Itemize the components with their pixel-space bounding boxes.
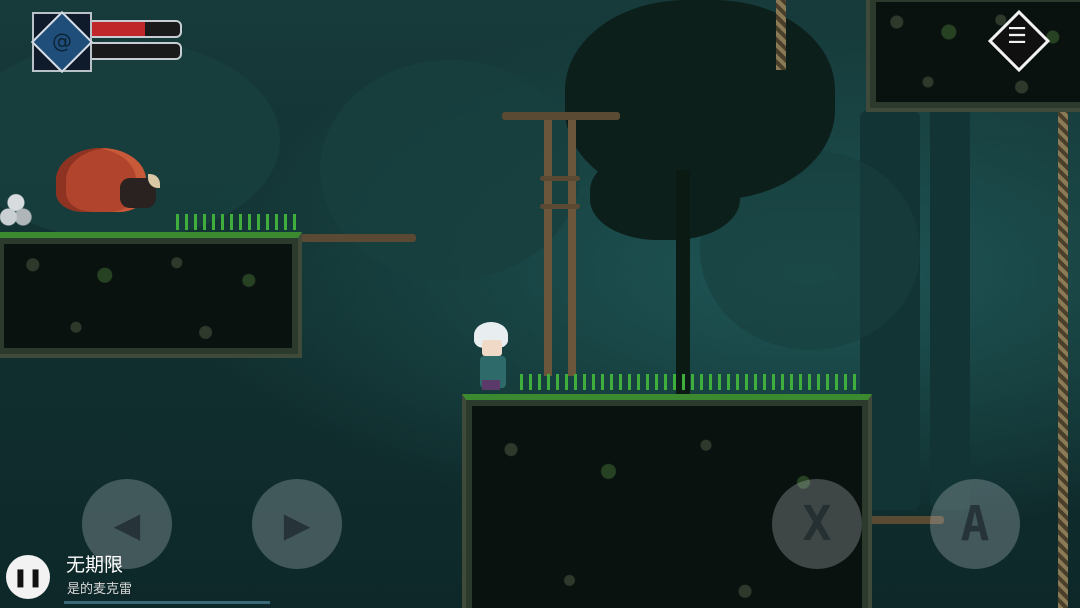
wooden-post <box>568 120 576 376</box>
health-hud: @ <box>28 8 188 74</box>
health-bar-fill <box>88 22 146 36</box>
pause-icon: ❚❚ <box>12 566 44 588</box>
tree-trunk <box>676 170 690 396</box>
arrow-right-icon: ▶ <box>283 498 311 550</box>
arrow-left-icon: ◀ <box>113 498 141 550</box>
x-action-button[interactable]: X <box>772 479 862 569</box>
energy-bar <box>86 42 182 60</box>
player-emblem: @ <box>30 10 94 74</box>
rock-pile <box>0 190 42 226</box>
wooden-platform <box>502 112 620 120</box>
a-button-label: A <box>960 496 990 552</box>
grass-tuft <box>520 374 860 390</box>
left-ground-ledge <box>0 232 302 358</box>
wooden-crossbar <box>540 176 580 181</box>
music-artist: 是的麦克雷 <box>67 582 133 597</box>
grass-tuft <box>176 214 298 230</box>
player-character <box>472 320 512 392</box>
health-bar <box>86 20 182 38</box>
move-right-button[interactable]: ▶ <box>252 479 342 569</box>
upper-right-ledge <box>866 0 1080 112</box>
background-tree <box>930 90 970 510</box>
hamburger-menu-icon: ☰ <box>1007 24 1027 49</box>
hanging-vine <box>776 0 786 70</box>
wooden-crossbar <box>540 204 580 209</box>
branch-platform <box>298 234 416 242</box>
swirl-emblem-icon: @ <box>52 29 72 53</box>
pause-button[interactable]: ❚❚ <box>6 555 50 599</box>
background-canopy <box>320 60 580 280</box>
music-progress-bar <box>64 601 270 604</box>
menu-button[interactable]: ☰ <box>987 9 1051 73</box>
x-button-label: X <box>802 496 832 552</box>
a-jump-button[interactable]: A <box>930 479 1020 569</box>
music-title: 无期限 <box>66 554 124 576</box>
hanging-vine <box>1058 110 1068 608</box>
enemy-boar <box>56 146 162 226</box>
foreground-tree-canopy <box>590 150 740 240</box>
wooden-post <box>544 120 552 376</box>
